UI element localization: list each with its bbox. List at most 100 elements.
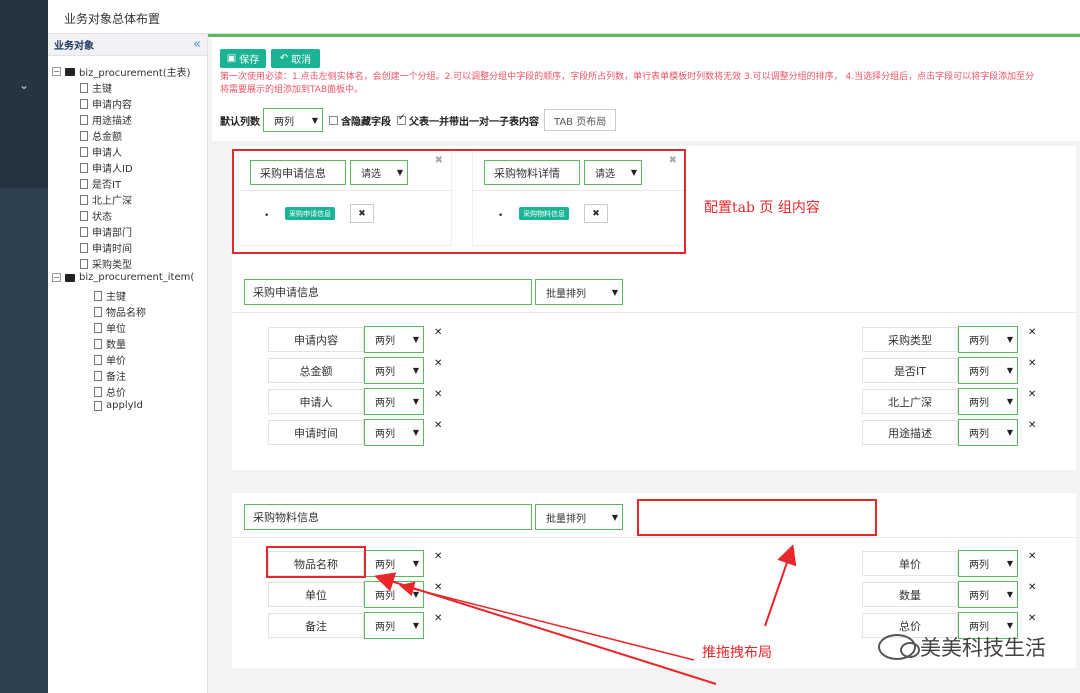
batch-arrange-select[interactable]: 批量排列 ▼ bbox=[535, 504, 623, 530]
default-cols-label: 默认列数 bbox=[220, 116, 260, 128]
tree-node-label: 总金额 bbox=[92, 132, 122, 143]
tree-field-node[interactable]: applyId bbox=[94, 400, 143, 411]
field-name[interactable]: 备注 bbox=[268, 613, 364, 638]
tree-node-label: biz_procurement_item( bbox=[79, 272, 195, 283]
tree-field-node[interactable]: 用途描述 bbox=[80, 112, 132, 127]
tree-field-node[interactable]: 数量 bbox=[94, 336, 126, 351]
tree-table-node[interactable]: − biz_procurement(主表) bbox=[52, 64, 191, 79]
field-name[interactable]: 用途描述 bbox=[862, 420, 958, 445]
field-name[interactable]: 申请时间 bbox=[268, 420, 364, 445]
field-cols-select[interactable]: 两列 ▼ bbox=[958, 388, 1018, 415]
tree-field-node[interactable]: 单位 bbox=[94, 320, 126, 335]
tree-field-node[interactable]: 主键 bbox=[80, 80, 112, 95]
field-name[interactable]: 总金额 bbox=[268, 358, 364, 383]
dropdown-arrow-icon: ▼ bbox=[1006, 621, 1013, 630]
file-icon bbox=[94, 338, 102, 349]
field-name[interactable]: 申请人 bbox=[268, 389, 364, 414]
field-name[interactable]: 是否IT bbox=[862, 358, 958, 383]
tree-field-node[interactable]: 采购类型 bbox=[80, 256, 132, 271]
close-icon[interactable]: ✕ bbox=[434, 327, 442, 338]
field-cols-value: 两列 bbox=[969, 622, 989, 633]
field-name[interactable]: 数量 bbox=[862, 582, 958, 607]
field-row[interactable]: 申请时间 两列 ▼ ✕ bbox=[268, 418, 442, 447]
field-name[interactable]: 申请内容 bbox=[268, 327, 364, 352]
tree-field-node[interactable]: 申请部门 bbox=[80, 224, 132, 239]
tree-field-node[interactable]: 申请内容 bbox=[80, 96, 132, 111]
watermark-text: 美美科技生活 bbox=[920, 636, 1046, 660]
close-icon[interactable]: ✕ bbox=[434, 613, 442, 624]
field-cols-select[interactable]: 两列 ▼ bbox=[958, 550, 1018, 577]
field-row[interactable]: 总金额 两列 ▼ ✕ bbox=[268, 356, 442, 385]
save-button[interactable]: ▣ 保存 bbox=[220, 49, 266, 68]
field-cols-select[interactable]: 两列 ▼ bbox=[958, 581, 1018, 608]
tree-field-node[interactable]: 申请时间 bbox=[80, 240, 132, 255]
tree-field-node[interactable]: 单价 bbox=[94, 352, 126, 367]
tree-field-node[interactable]: 总金额 bbox=[80, 128, 122, 143]
close-icon[interactable]: ✕ bbox=[434, 420, 442, 431]
tab-layout-button[interactable]: TAB 页布局 bbox=[544, 109, 617, 131]
field-row[interactable]: 数量 两列 ▼ ✕ bbox=[862, 580, 1036, 609]
field-cols-select[interactable]: 两列 ▼ bbox=[364, 388, 424, 415]
close-icon[interactable]: ✕ bbox=[434, 551, 442, 562]
close-icon[interactable]: ✕ bbox=[1028, 582, 1036, 593]
field-row[interactable]: 单位 两列 ▼ ✕ bbox=[268, 580, 442, 609]
chevron-down-icon[interactable]: ⌄ bbox=[19, 78, 29, 188]
field-cols-value: 两列 bbox=[969, 336, 989, 347]
field-name[interactable]: 单位 bbox=[268, 582, 364, 607]
tree-field-node[interactable]: 状态 bbox=[80, 208, 112, 223]
field-row[interactable]: 备注 两列 ▼ ✕ bbox=[268, 611, 442, 640]
default-cols-select[interactable]: 两列 ▼ bbox=[263, 108, 323, 132]
close-icon[interactable]: ✕ bbox=[1028, 327, 1036, 338]
tree-field-node[interactable]: 北上广深 bbox=[80, 192, 132, 207]
field-cols-select[interactable]: 两列 ▼ bbox=[364, 326, 424, 353]
group-name-input[interactable]: 采购物料信息 bbox=[244, 504, 532, 530]
collapse-toggle-icon[interactable]: − bbox=[52, 273, 61, 282]
field-row[interactable]: 用途描述 两列 ▼ ✕ bbox=[862, 418, 1036, 447]
field-row[interactable]: 是否IT 两列 ▼ ✕ bbox=[862, 356, 1036, 385]
close-icon[interactable]: ✕ bbox=[1028, 358, 1036, 369]
field-cols-select[interactable]: 两列 ▼ bbox=[364, 357, 424, 384]
dropdown-arrow-icon: ▼ bbox=[412, 559, 419, 568]
field-cols-select[interactable]: 两列 ▼ bbox=[958, 326, 1018, 353]
tree-node-label: 用途描述 bbox=[92, 116, 132, 127]
tree-field-node[interactable]: 申请人ID bbox=[80, 160, 133, 175]
field-row[interactable]: 采购类型 两列 ▼ ✕ bbox=[862, 325, 1036, 354]
tree-field-node[interactable]: 申请人 bbox=[80, 144, 122, 159]
field-row[interactable]: 单价 两列 ▼ ✕ bbox=[862, 549, 1036, 578]
cancel-button[interactable]: ↶ 取消 bbox=[271, 49, 320, 68]
tree-field-node[interactable]: 总价 bbox=[94, 384, 126, 399]
tree-field-node[interactable]: 备注 bbox=[94, 368, 126, 383]
close-icon[interactable]: ✕ bbox=[1028, 420, 1036, 431]
parent-child-label: 父表一并带出一对一子表内容 bbox=[409, 116, 539, 128]
hidden-fields-checkbox[interactable] bbox=[329, 115, 338, 125]
field-cols-select[interactable]: 两列 ▼ bbox=[364, 612, 424, 639]
collapse-icon[interactable]: « bbox=[193, 37, 201, 52]
field-cols-select[interactable]: 两列 ▼ bbox=[364, 550, 424, 577]
field-cols-select[interactable]: 两列 ▼ bbox=[958, 419, 1018, 446]
group-name-input[interactable]: 采购申请信息 bbox=[244, 279, 532, 305]
tree-field-node[interactable]: 主键 bbox=[94, 288, 126, 303]
tree-table-node[interactable]: − biz_procurement_item( bbox=[52, 272, 194, 283]
close-icon[interactable]: ✕ bbox=[434, 582, 442, 593]
close-icon[interactable]: ✕ bbox=[434, 358, 442, 369]
field-name[interactable]: 采购类型 bbox=[862, 327, 958, 352]
tree-field-node[interactable]: 是否IT bbox=[80, 176, 121, 191]
close-icon[interactable]: ✕ bbox=[1028, 613, 1036, 624]
close-icon[interactable]: ✕ bbox=[1028, 551, 1036, 562]
close-icon[interactable]: ✕ bbox=[1028, 389, 1036, 400]
field-cols-select[interactable]: 两列 ▼ bbox=[364, 581, 424, 608]
tip-line-2: 将需要展示的组添加到TAB面板中。 bbox=[220, 85, 364, 95]
field-name[interactable]: 北上广深 bbox=[862, 389, 958, 414]
field-cols-select[interactable]: 两列 ▼ bbox=[364, 419, 424, 446]
field-row[interactable]: 申请人 两列 ▼ ✕ bbox=[268, 387, 442, 416]
batch-arrange-select[interactable]: 批量排列 ▼ bbox=[535, 279, 623, 305]
field-row[interactable]: 北上广深 两列 ▼ ✕ bbox=[862, 387, 1036, 416]
field-cols-select[interactable]: 两列 ▼ bbox=[958, 357, 1018, 384]
field-name[interactable]: 单价 bbox=[862, 551, 958, 576]
tree-node-label: 主键 bbox=[92, 84, 112, 95]
tree-field-node[interactable]: 物品名称 bbox=[94, 304, 146, 319]
field-row[interactable]: 申请内容 两列 ▼ ✕ bbox=[268, 325, 442, 354]
close-icon[interactable]: ✕ bbox=[434, 389, 442, 400]
collapse-toggle-icon[interactable]: − bbox=[52, 67, 61, 76]
parent-child-checkbox[interactable] bbox=[397, 113, 406, 125]
